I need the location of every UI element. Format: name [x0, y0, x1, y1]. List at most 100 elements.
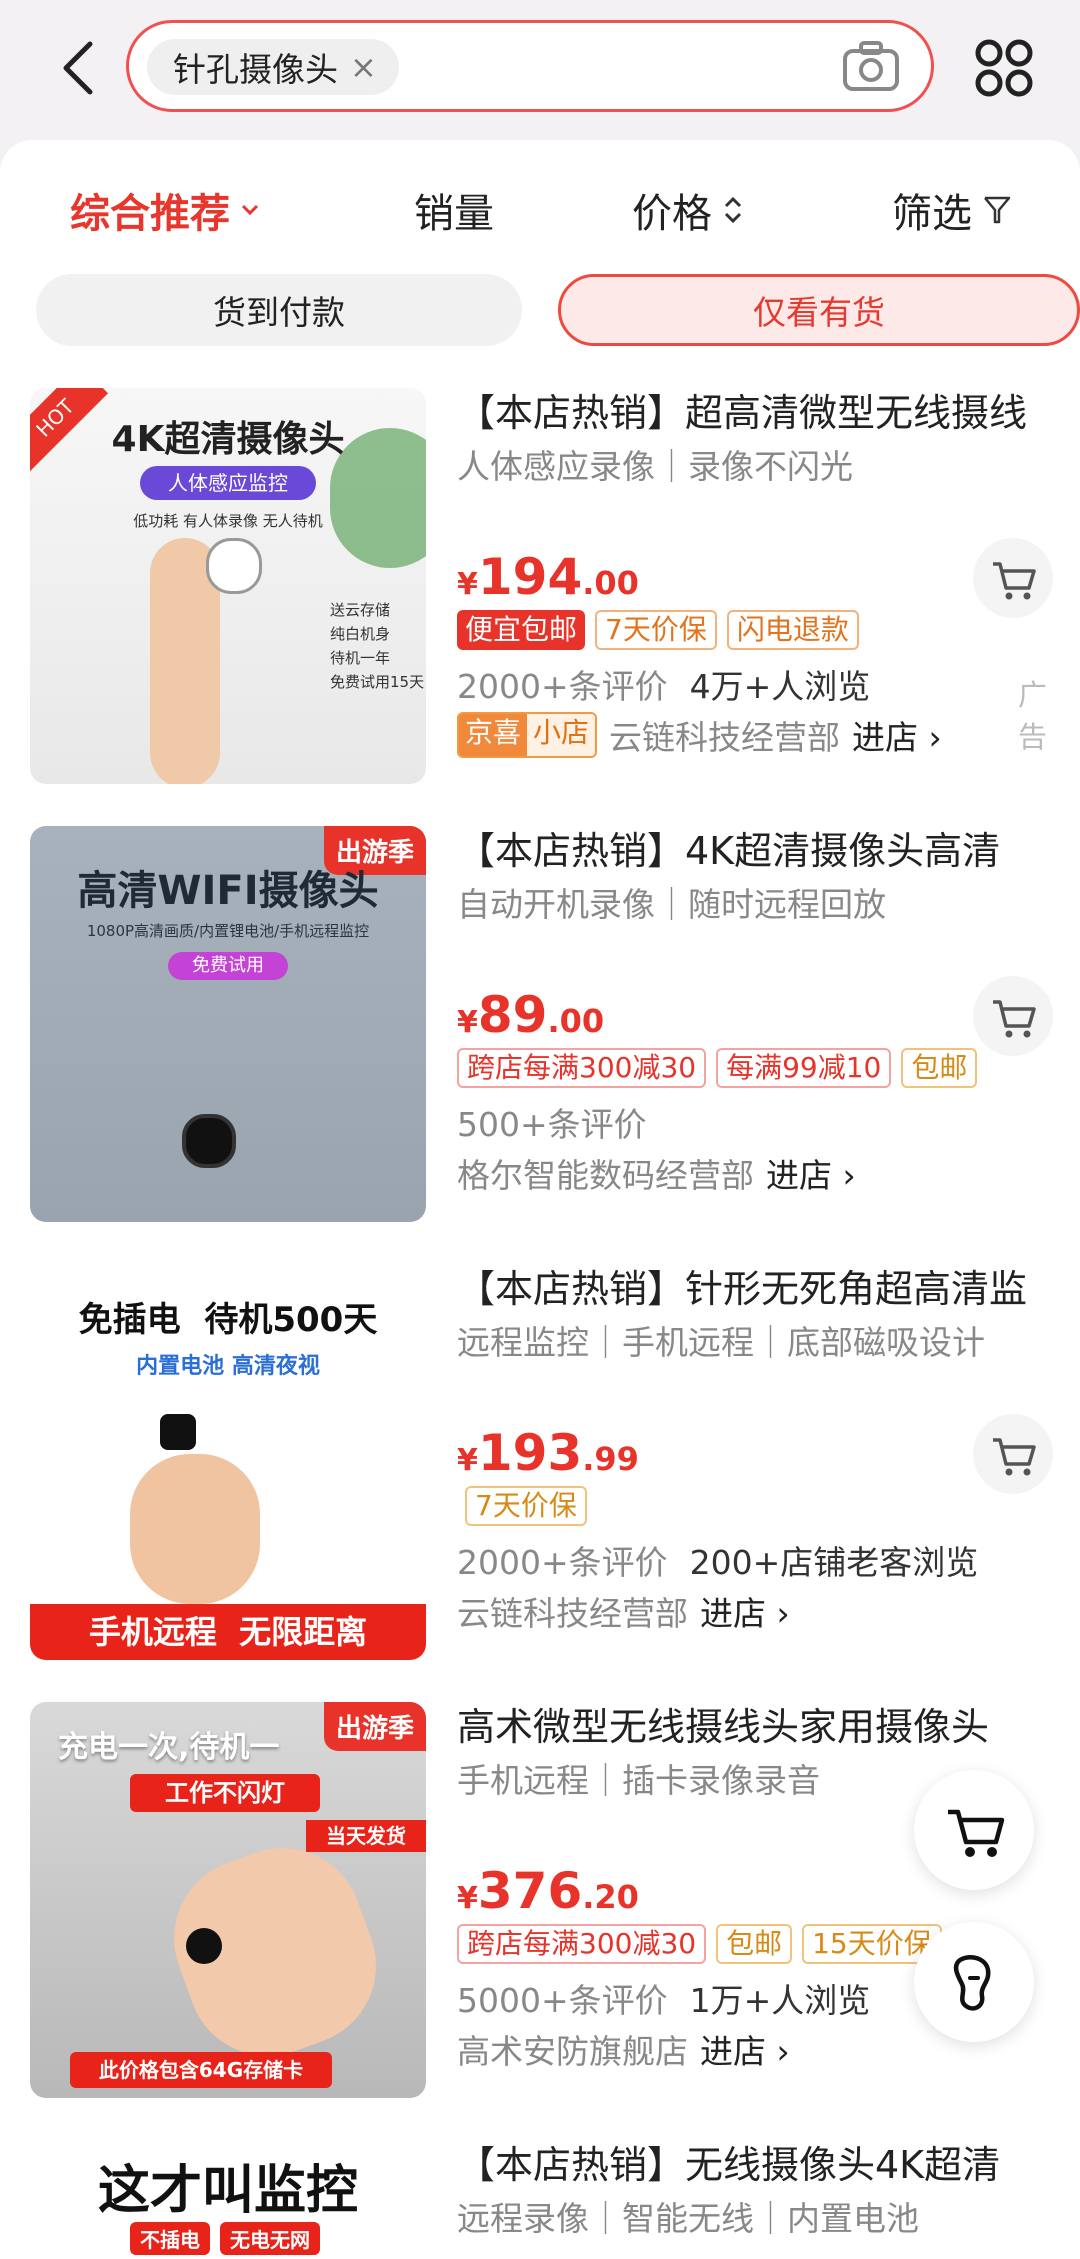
enter-shop-link[interactable]: 进店 › — [700, 1587, 790, 1635]
camera-icon[interactable] — [841, 39, 901, 95]
product-image[interactable]: 这才叫监控 不插电 无电无网 — [30, 2140, 426, 2259]
product-info: 【本店热销】超高清微型无线摄线 人体感应录像｜录像不闪光 ¥194.00 便宜包… — [457, 388, 1057, 758]
promo-tag: 包邮 — [901, 1048, 978, 1088]
product-title[interactable]: 高术微型无线摄线头家用摄像头 — [457, 1702, 1057, 1752]
sort-comprehensive[interactable]: 综合推荐 — [70, 180, 260, 240]
promo-badge: 出游季 — [323, 1702, 426, 1751]
product-card[interactable]: 出游季 充电一次,待机一 工作不闪灯 当天发货 此价格包含64G存储卡 高术微型… — [30, 1702, 1050, 2098]
filter-in-stock-button[interactable]: 仅看有货 — [558, 274, 1080, 346]
product-stats: 500+条评价 — [457, 1098, 647, 1144]
price-integer: 376 — [477, 1862, 583, 1920]
promo-tags: 7天价保 — [465, 1486, 587, 1530]
promo-tags: 跨店每满300减30 每满99减10 包邮 — [457, 1048, 978, 1092]
ship-badge: 当天发货 — [306, 1820, 426, 1852]
sort-filter-label: 筛选 — [892, 191, 972, 237]
product-card[interactable]: HOT 4K超清摄像头 人体感应监控 低功耗 有人体录像 无人待机 送云存储 纯… — [30, 388, 1053, 784]
camera-device — [206, 538, 262, 594]
product-title[interactable]: 【本店热销】4K超清摄像头高清 — [457, 826, 1057, 876]
search-query-chip[interactable]: 针孔摄像头 × — [147, 39, 399, 95]
add-to-cart-button[interactable] — [973, 1414, 1053, 1494]
product-subtitle: 人体感应录像｜录像不闪光 — [457, 447, 853, 486]
product-image[interactable]: 出游季 充电一次,待机一 工作不闪灯 当天发货 此价格包含64G存储卡 — [30, 1702, 426, 2098]
product-card[interactable]: 免插电 待机500天 内置电池 高清夜视 手机远程 无限距离 【本店热销】针形无… — [30, 1264, 1053, 1660]
footprint-history-button[interactable] — [914, 1922, 1034, 2042]
sort-price[interactable]: 价格 — [632, 180, 744, 240]
enter-shop-link[interactable]: 进店 › — [700, 2025, 790, 2073]
image-headline: 高清WIFI摄像头 — [77, 868, 379, 914]
sort-sales-label: 销量 — [414, 191, 494, 237]
product-info: 【本店热销】针形无死角超高清监 远程监控｜手机远程｜底部磁吸设计 ¥193.99… — [457, 1264, 1057, 1633]
back-arrow-icon[interactable] — [52, 38, 108, 98]
review-count: 5000+条评价 — [457, 1981, 668, 2020]
currency-symbol: ¥ — [457, 1881, 478, 1916]
promo-tags: 跨店每满300减30 包邮 15天价保 — [457, 1924, 942, 1968]
product-subtitle: 远程监控｜手机远程｜底部磁吸设计 — [457, 1323, 985, 1362]
review-count: 500+条评价 — [457, 1105, 647, 1144]
price-decimal: .99 — [582, 1440, 639, 1478]
image-pill: 工作不闪灯 — [130, 1774, 320, 1812]
image-line: 1080P高清画质/内置锂电池/手机远程监控 — [86, 922, 370, 940]
promo-tag: 闪电退款 — [726, 610, 859, 650]
floating-cart-button[interactable] — [914, 1770, 1034, 1890]
sort-filter[interactable]: 筛选 — [892, 180, 1012, 240]
image-footer: 此价格包含64G存储卡 — [70, 2052, 332, 2088]
search-input[interactable]: 针孔摄像头 × — [126, 20, 934, 112]
image-chip: 无电无网 — [220, 2222, 320, 2255]
shop-row[interactable]: 格尔智能数码经营部 进店 › — [457, 1150, 856, 1196]
view-count: 200+店铺老客浏览 — [689, 1543, 979, 1582]
product-title[interactable]: 【本店热销】无线摄像头4K超清 — [457, 2140, 1057, 2190]
view-count: 4万+人浏览 — [689, 667, 871, 706]
grid-menu-icon[interactable] — [974, 38, 1034, 98]
currency-symbol: ¥ — [457, 1443, 478, 1478]
clear-query-icon[interactable]: × — [350, 48, 377, 86]
product-image[interactable]: 免插电 待机500天 内置电池 高清夜视 手机远程 无限距离 — [30, 1264, 426, 1660]
image-footer: 手机远程 无限距离 — [30, 1604, 426, 1660]
sort-sales[interactable]: 销量 — [414, 180, 494, 240]
promo-tag: 包邮 — [716, 1924, 793, 1964]
product-price: ¥376.20 — [457, 1862, 639, 1920]
camera-device — [186, 1928, 222, 1964]
image-headline: 这才叫监控 — [97, 2161, 358, 2221]
shop-row[interactable]: 云链科技经营部 进店 › — [457, 1588, 790, 1634]
image-chip: 不插电 — [130, 2222, 210, 2255]
shop-row[interactable]: 高术安防旗舰店 进店 › — [457, 2026, 790, 2072]
hand-illustration — [130, 1454, 260, 1604]
product-info: 【本店热销】4K超清摄像头高清 自动开机录像｜随时远程回放 ¥89.00 跨店每… — [457, 826, 1057, 1195]
shop-name: 云链科技经营部 — [609, 718, 841, 757]
price-decimal: .00 — [547, 1002, 605, 1040]
product-title[interactable]: 【本店热销】超高清微型无线摄线 — [457, 388, 1057, 438]
sort-bar: 综合推荐 销量 价格 筛选 — [0, 180, 1080, 240]
enter-shop-link[interactable]: 进店 › — [852, 711, 942, 759]
camera-device — [182, 1114, 236, 1168]
enter-shop-link[interactable]: 进店 › — [766, 1149, 856, 1197]
shop-row[interactable]: 京喜 小店 云链科技经营部 进店 › — [457, 712, 942, 758]
promo-tag: 跨店每满300减30 — [457, 1048, 707, 1088]
image-headline: 免插电 待机500天 — [78, 1300, 378, 1340]
promo-tag: 便宜包邮 — [457, 610, 586, 650]
price-decimal: .20 — [582, 1878, 639, 1916]
filter-cod-button[interactable]: 货到付款 — [36, 274, 522, 346]
add-to-cart-button[interactable] — [973, 976, 1053, 1056]
product-stats: 2000+条评价 4万+人浏览 — [457, 660, 870, 706]
view-count: 1万+人浏览 — [689, 1981, 871, 2020]
image-chips: 不插电 无电无网 — [130, 2222, 320, 2255]
promo-tag: 跨店每满300减30 — [457, 1924, 707, 1964]
jingxi-badge-left: 京喜 — [459, 714, 528, 756]
product-image[interactable]: HOT 4K超清摄像头 人体感应监控 低功耗 有人体录像 无人待机 送云存储 纯… — [30, 388, 426, 784]
currency-symbol: ¥ — [457, 567, 478, 602]
product-title[interactable]: 【本店热销】针形无死角超高清监 — [457, 1264, 1057, 1314]
image-pill: 免费试用 — [168, 952, 288, 980]
image-side-text: 送云存储 纯白机身 待机一年 免费试用15天 — [330, 598, 424, 694]
promo-tag: 每满99减10 — [716, 1048, 892, 1088]
search-query-text: 针孔摄像头 — [173, 50, 338, 89]
shop-name: 高术安防旗舰店 — [457, 2032, 688, 2071]
price-integer: 193 — [477, 1424, 583, 1482]
image-headline: 充电一次,待机一 — [58, 1730, 280, 1765]
product-card[interactable]: 出游季 高清WIFI摄像头 1080P高清画质/内置锂电池/手机远程监控 免费试… — [30, 826, 1053, 1222]
product-card[interactable]: 这才叫监控 不插电 无电无网 【本店热销】无线摄像头4K超清 远程录像｜智能无线… — [30, 2140, 1050, 2259]
sort-arrows-icon — [724, 196, 742, 224]
product-image[interactable]: 出游季 高清WIFI摄像头 1080P高清画质/内置锂电池/手机远程监控 免费试… — [30, 826, 426, 1222]
product-subtitle: 自动开机录像｜随时远程回放 — [457, 885, 886, 924]
add-to-cart-button[interactable] — [973, 538, 1053, 618]
jingxi-badge-right: 小店 — [527, 714, 596, 756]
